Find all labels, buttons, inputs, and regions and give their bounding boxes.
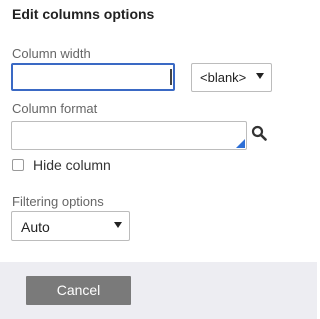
chevron-down-icon xyxy=(114,222,122,228)
dialog-title: Edit columns options xyxy=(12,6,155,22)
hide-column-checkbox[interactable] xyxy=(12,159,24,171)
hide-column-label[interactable]: Hide column xyxy=(33,157,111,173)
column-format-input[interactable] xyxy=(11,121,247,150)
column-width-unit-select[interactable]: <blank> xyxy=(191,63,272,92)
chevron-down-icon xyxy=(256,73,264,79)
cancel-button[interactable]: Cancel xyxy=(26,276,131,305)
filtering-options-value: Auto xyxy=(21,219,50,235)
column-format-label: Column format xyxy=(12,101,98,116)
column-width-label: Column width xyxy=(12,46,91,61)
dialog-footer: Cancel xyxy=(0,262,317,319)
search-icon[interactable] xyxy=(251,125,267,141)
column-width-unit-value: <blank> xyxy=(200,70,247,85)
text-cursor xyxy=(170,69,172,85)
filtering-options-select[interactable]: Auto xyxy=(11,211,130,241)
filtering-options-label: Filtering options xyxy=(12,194,104,209)
column-width-input[interactable] xyxy=(11,63,175,91)
autocomplete-corner-marker xyxy=(236,139,245,148)
